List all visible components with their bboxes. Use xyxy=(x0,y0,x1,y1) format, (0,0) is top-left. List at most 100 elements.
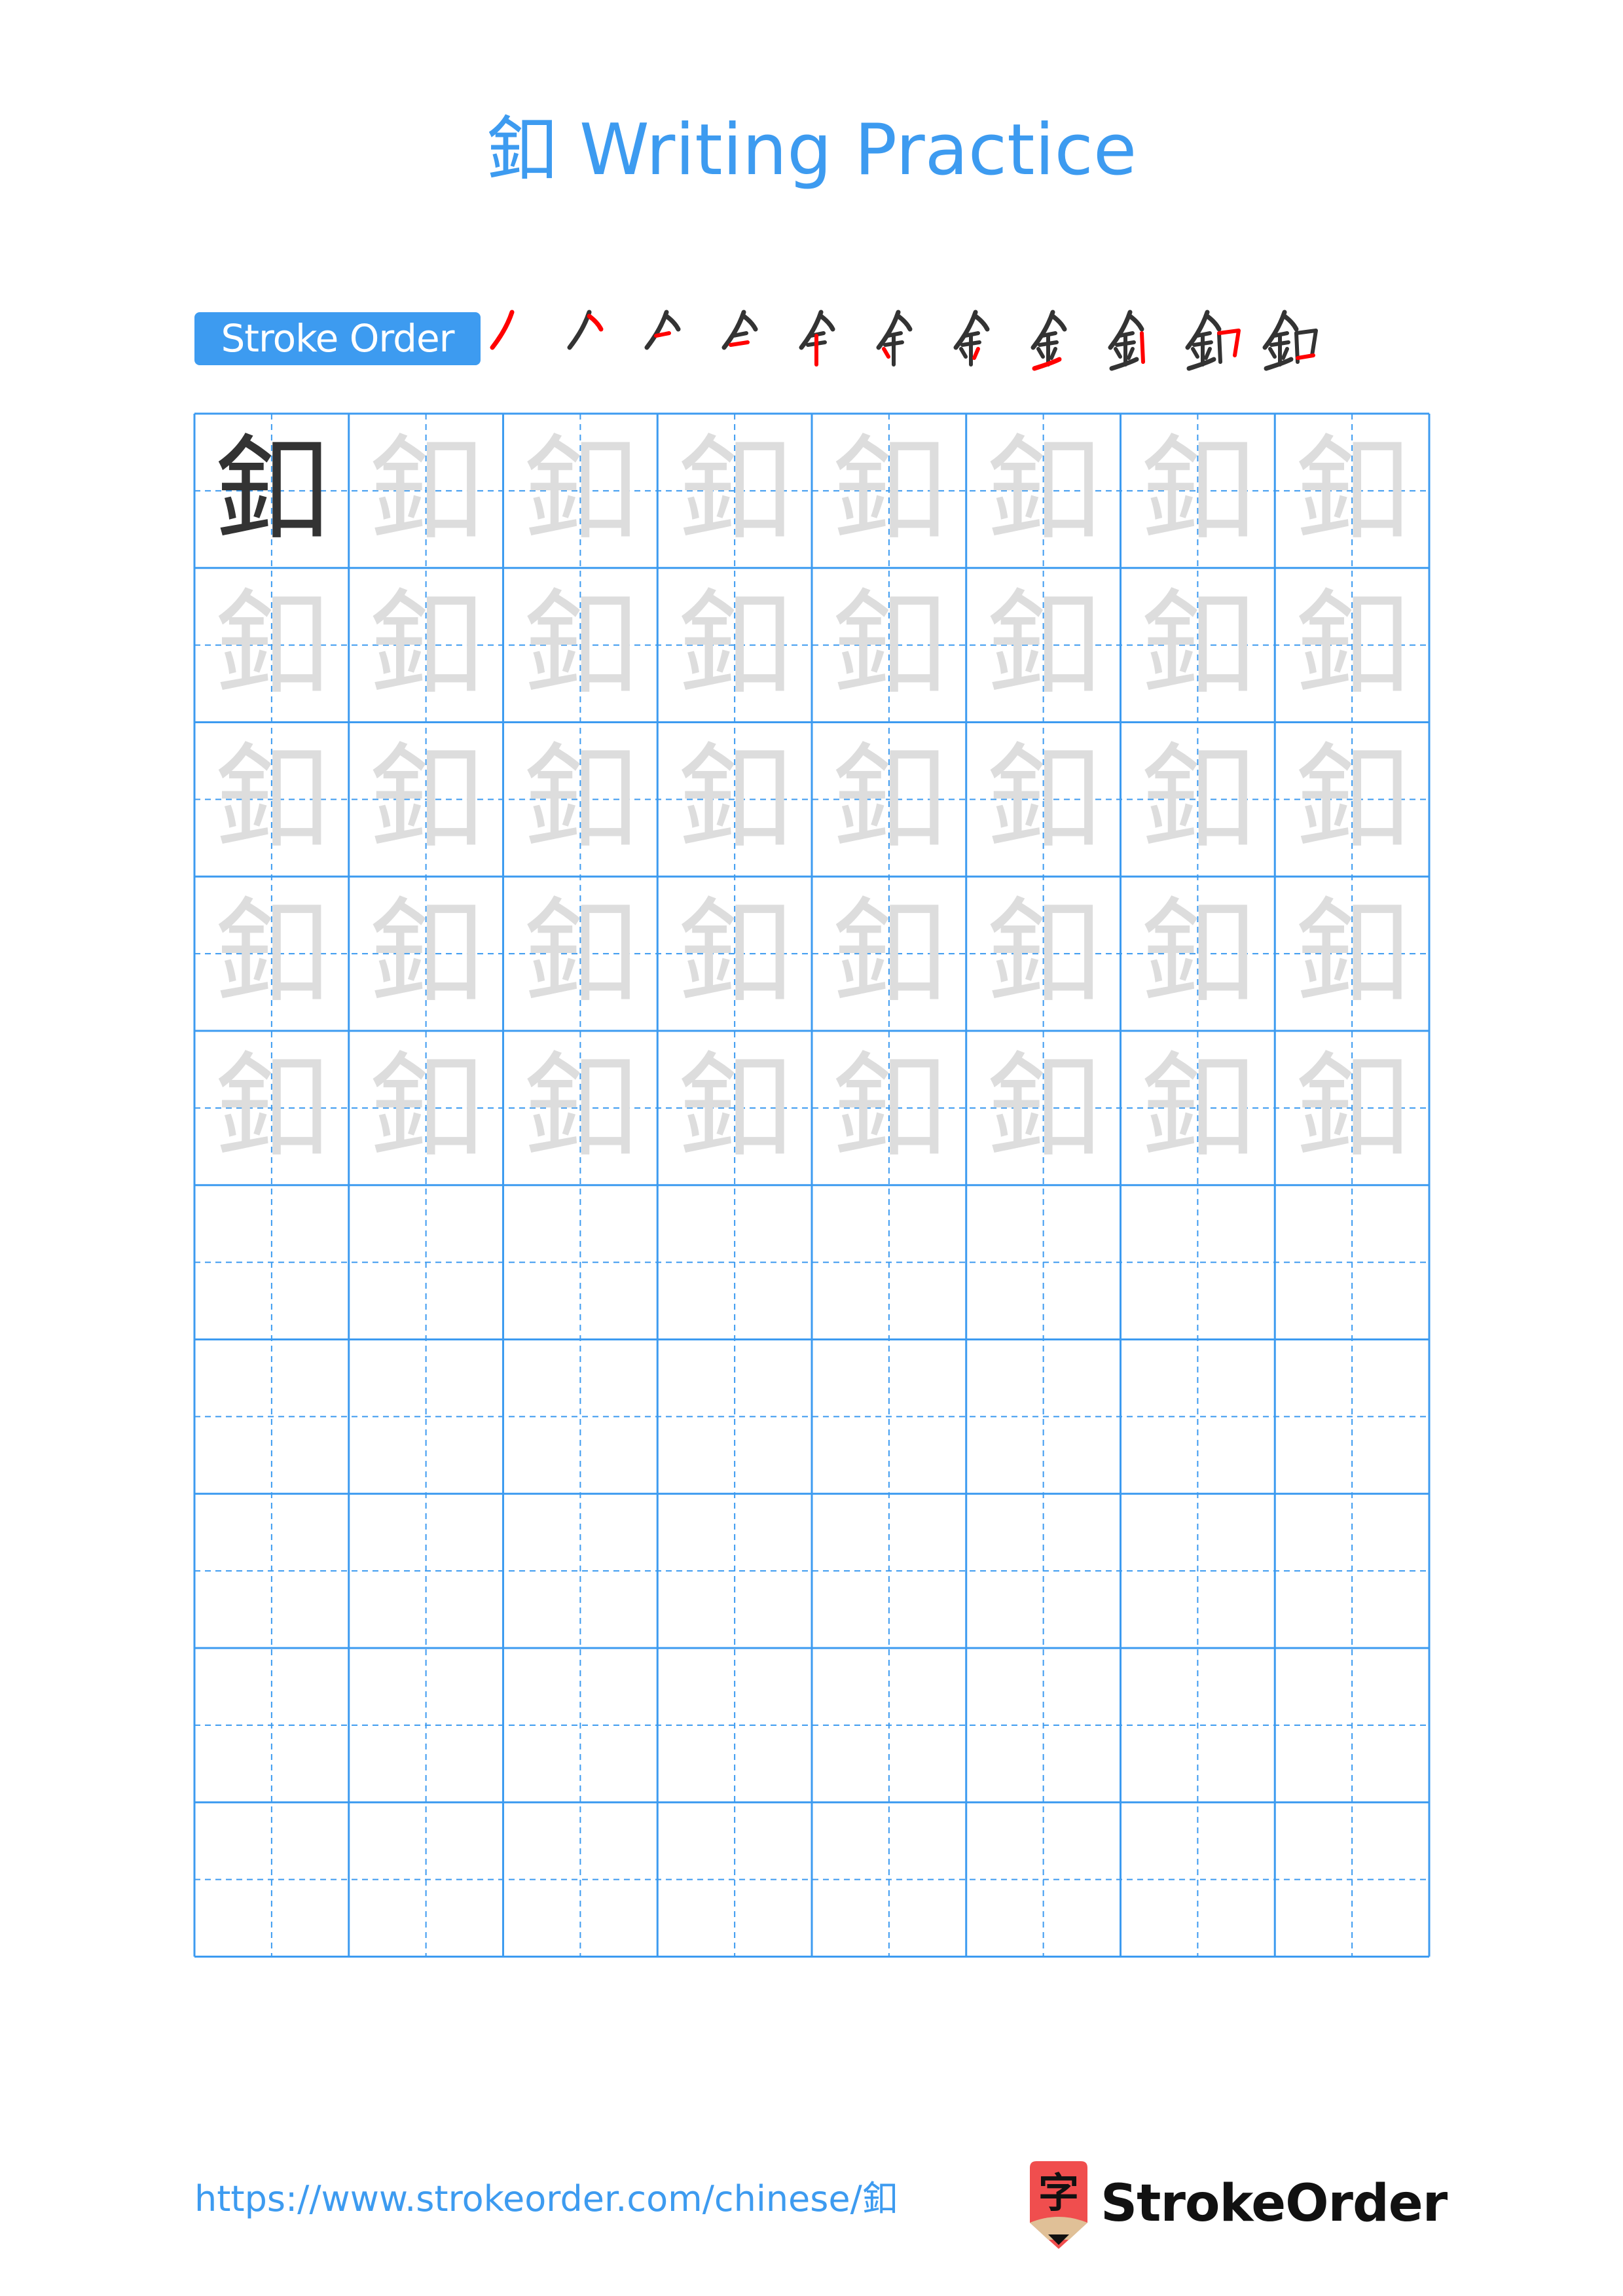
trace-character[interactable]: 釦 xyxy=(194,568,349,723)
active-stroke xyxy=(972,347,980,360)
empty-practice-cell[interactable] xyxy=(812,1340,966,1494)
empty-practice-cell[interactable] xyxy=(1121,1340,1275,1494)
trace-character[interactable]: 釦 xyxy=(1121,876,1275,1031)
trace-character[interactable]: 釦 xyxy=(1275,876,1429,1031)
empty-practice-cell[interactable] xyxy=(1121,1648,1275,1803)
empty-practice-cell[interactable] xyxy=(966,1803,1121,1957)
model-character[interactable]: 釦 xyxy=(194,414,349,568)
trace-character[interactable]: 釦 xyxy=(812,876,966,1031)
empty-practice-cell[interactable] xyxy=(966,1185,1121,1340)
empty-practice-cell[interactable] xyxy=(657,1648,812,1803)
empty-practice-cell[interactable] xyxy=(966,1340,1121,1494)
completed-stroke xyxy=(644,310,669,350)
empty-practice-cell[interactable] xyxy=(657,1340,812,1494)
stroke-step-glyph xyxy=(1185,310,1241,371)
empty-practice-cell[interactable] xyxy=(503,1648,658,1803)
trace-character[interactable]: 釦 xyxy=(194,1031,349,1185)
empty-practice-cell[interactable] xyxy=(1275,1494,1429,1648)
trace-character[interactable]: 釦 xyxy=(657,414,812,568)
completed-stroke xyxy=(1036,347,1045,359)
empty-practice-cell[interactable] xyxy=(503,1494,658,1648)
empty-practice-cell[interactable] xyxy=(194,1803,349,1957)
trace-character[interactable]: 釦 xyxy=(966,723,1121,877)
trace-character[interactable]: 釦 xyxy=(1121,414,1275,568)
empty-practice-cell[interactable] xyxy=(1275,1185,1429,1340)
empty-practice-cell[interactable] xyxy=(349,1648,503,1803)
trace-character[interactable]: 釦 xyxy=(657,723,812,877)
trace-character[interactable]: 釦 xyxy=(1275,723,1429,877)
empty-practice-cell[interactable] xyxy=(1121,1803,1275,1957)
empty-practice-cell[interactable] xyxy=(503,1803,658,1957)
empty-practice-cell[interactable] xyxy=(503,1185,658,1340)
trace-character[interactable]: 釦 xyxy=(503,1031,658,1185)
stroke-step-10 xyxy=(1180,307,1245,372)
trace-character[interactable]: 釦 xyxy=(966,1031,1121,1185)
trace-character[interactable]: 釦 xyxy=(194,876,349,1031)
trace-character[interactable]: 釦 xyxy=(503,568,658,723)
stroke-step-glyph xyxy=(490,310,515,350)
empty-practice-cell[interactable] xyxy=(1275,1803,1429,1957)
empty-practice-cell[interactable] xyxy=(812,1803,966,1957)
trace-character[interactable]: 釦 xyxy=(812,414,966,568)
trace-character[interactable]: 釦 xyxy=(966,414,1121,568)
stroke-step-6 xyxy=(871,307,936,372)
trace-character[interactable]: 釦 xyxy=(966,568,1121,723)
stroke-step-glyph xyxy=(567,310,604,350)
trace-character[interactable]: 釦 xyxy=(1275,414,1429,568)
completed-stroke xyxy=(818,314,835,332)
stroke-step-glyph xyxy=(1108,310,1145,371)
empty-practice-cell[interactable] xyxy=(812,1648,966,1803)
empty-practice-cell[interactable] xyxy=(194,1494,349,1648)
empty-practice-cell[interactable] xyxy=(1121,1494,1275,1648)
svg-text:字: 字 xyxy=(1038,2169,1079,2217)
empty-practice-cell[interactable] xyxy=(657,1803,812,1957)
trace-character[interactable]: 釦 xyxy=(349,1031,503,1185)
completed-stroke xyxy=(1114,347,1122,359)
completed-stroke xyxy=(1191,347,1199,359)
completed-stroke xyxy=(1204,347,1212,360)
trace-character[interactable]: 釦 xyxy=(812,568,966,723)
trace-character[interactable]: 釦 xyxy=(503,414,658,568)
empty-practice-cell[interactable] xyxy=(1275,1340,1429,1494)
trace-character[interactable]: 釦 xyxy=(657,568,812,723)
footer-url-link[interactable]: https://www.strokeorder.com/chinese/釦 xyxy=(194,2176,898,2222)
trace-character[interactable]: 釦 xyxy=(657,876,812,1031)
empty-practice-cell[interactable] xyxy=(1121,1185,1275,1340)
empty-practice-cell[interactable] xyxy=(194,1648,349,1803)
empty-practice-cell[interactable] xyxy=(349,1340,503,1494)
trace-character[interactable]: 釦 xyxy=(194,723,349,877)
empty-practice-cell[interactable] xyxy=(194,1340,349,1494)
empty-practice-cell[interactable] xyxy=(966,1494,1121,1648)
empty-practice-cell[interactable] xyxy=(966,1648,1121,1803)
trace-character[interactable]: 釦 xyxy=(349,723,503,877)
empty-practice-cell[interactable] xyxy=(349,1494,503,1648)
empty-practice-cell[interactable] xyxy=(194,1185,349,1340)
trace-character[interactable]: 釦 xyxy=(966,876,1121,1031)
empty-practice-cell[interactable] xyxy=(503,1340,658,1494)
empty-practice-cell[interactable] xyxy=(812,1185,966,1340)
active-stroke xyxy=(654,331,671,338)
empty-practice-cell[interactable] xyxy=(657,1185,812,1340)
stroke-step-glyph xyxy=(1030,310,1067,371)
stroke-step-3 xyxy=(639,307,704,372)
trace-character[interactable]: 釦 xyxy=(812,1031,966,1185)
trace-character[interactable]: 釦 xyxy=(349,568,503,723)
completed-stroke xyxy=(1217,331,1222,364)
trace-character[interactable]: 釦 xyxy=(812,723,966,877)
trace-character[interactable]: 釦 xyxy=(657,1031,812,1185)
trace-character[interactable]: 釦 xyxy=(1121,1031,1275,1185)
trace-character[interactable]: 釦 xyxy=(349,876,503,1031)
trace-character[interactable]: 釦 xyxy=(349,414,503,568)
empty-practice-cell[interactable] xyxy=(349,1185,503,1340)
empty-practice-cell[interactable] xyxy=(349,1803,503,1957)
trace-character[interactable]: 釦 xyxy=(1121,568,1275,723)
trace-character[interactable]: 釦 xyxy=(1275,1031,1429,1185)
empty-practice-cell[interactable] xyxy=(1275,1648,1429,1803)
trace-character[interactable]: 釦 xyxy=(1121,723,1275,877)
empty-practice-cell[interactable] xyxy=(657,1494,812,1648)
stroke-step-4 xyxy=(716,307,782,372)
trace-character[interactable]: 釦 xyxy=(503,723,658,877)
empty-practice-cell[interactable] xyxy=(812,1494,966,1648)
trace-character[interactable]: 釦 xyxy=(1275,568,1429,723)
trace-character[interactable]: 釦 xyxy=(503,876,658,1031)
